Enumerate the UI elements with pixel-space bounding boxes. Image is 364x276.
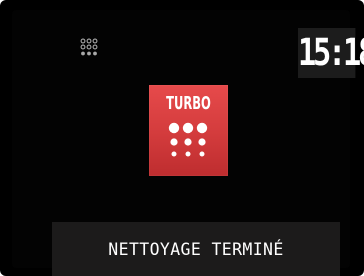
device-screen: 15:18 TURBO NETTOYAGE TERMINÉ: [0, 0, 364, 276]
clock-display: 15:18: [298, 28, 364, 78]
display-panel: 15:18 TURBO NETTOYAGE TERMINÉ: [12, 10, 364, 276]
status-message-bar: NETTOYAGE TERMINÉ: [52, 222, 340, 276]
status-message: NETTOYAGE TERMINÉ: [108, 240, 284, 260]
turbo-label: TURBO: [166, 93, 211, 114]
turbo-mode-tile: TURBO: [149, 85, 228, 176]
turbo-dots-icon: [168, 122, 208, 157]
dots-grid-icon: [80, 38, 98, 56]
